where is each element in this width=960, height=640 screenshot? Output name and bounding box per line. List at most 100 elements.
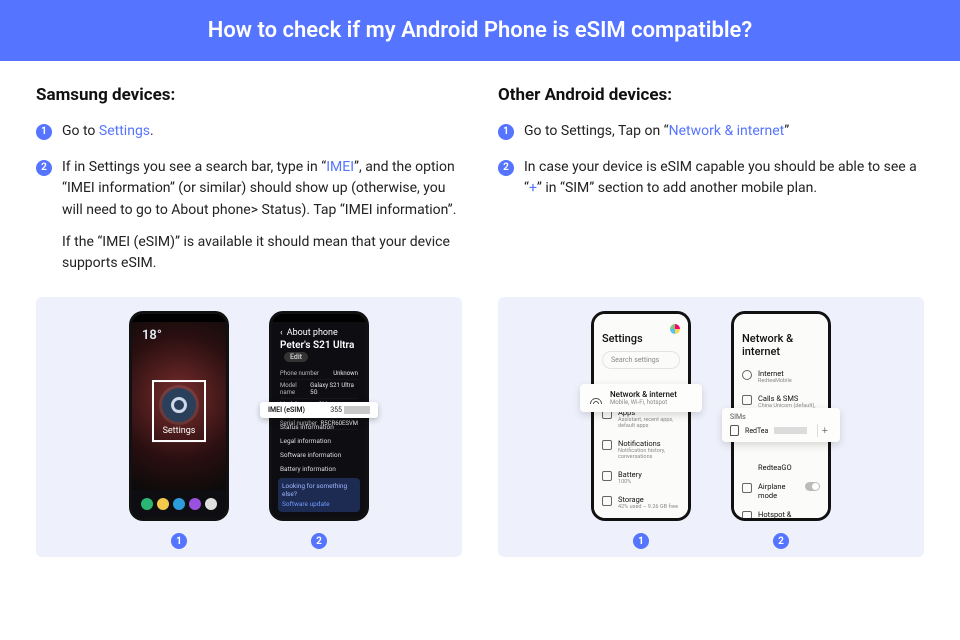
samsung-step-1-text: Go to Settings.: [62, 121, 462, 143]
settings-label: Settings: [162, 426, 196, 436]
settings-row-storage: Storage42% used – 9.26 GB free: [594, 490, 688, 515]
sim-name: RedTea: [745, 427, 768, 435]
sim-icon: [730, 425, 739, 436]
add-sim-plus-icon: +: [817, 424, 832, 437]
text: If in Settings you see a search bar, typ…: [62, 159, 326, 175]
list-item: Software information: [278, 448, 360, 462]
samsung-shot-2-col: ‹ About phone Peter's S21 Ultra Edit Pho…: [269, 311, 369, 549]
other-shot-2-col: Network & internet InternetRedteaMobile …: [731, 311, 831, 549]
other-screenshots: Settings Search settings AppsAssistant, …: [498, 297, 924, 557]
other-step-2: 2 In case your device is eSIM capable yo…: [498, 157, 924, 200]
row-redtea: RedteaGO: [734, 458, 828, 477]
redacted: [344, 406, 370, 414]
samsung-step-2: 2 If in Settings you see a search bar, t…: [36, 157, 462, 275]
label: Internet: [758, 369, 792, 378]
page-title: How to check if my Android Phone is eSIM…: [0, 0, 960, 61]
samsung-phone-about: ‹ About phone Peter's S21 Ultra Edit Pho…: [269, 311, 369, 521]
settings-keyword: Settings: [99, 123, 150, 139]
device-name: Peter's S21 Ultra Edit: [272, 340, 366, 366]
sims-label: SIMs: [730, 413, 832, 421]
network-internet-label: Network & internet: [610, 390, 677, 399]
sublabel: 42% used – 9.26 GB free: [618, 504, 678, 510]
other-shot-1-col: Settings Search settings AppsAssistant, …: [591, 311, 691, 549]
list-item: Legal information: [278, 434, 360, 448]
edit-button: Edit: [284, 352, 308, 362]
step-badge-1: 1: [498, 124, 514, 140]
label: Storage: [618, 495, 678, 504]
samsung-step-1: 1 Go to Settings.: [36, 121, 462, 143]
samsung-step-2-extra: If the “IMEI (eSIM)” is available it sho…: [62, 232, 462, 275]
imei-esim-value: 355: [330, 406, 370, 414]
sim-name-text: RedTea: [745, 427, 768, 435]
sublabel: Notification history, conversations: [618, 448, 680, 460]
hotspot-icon: [742, 511, 752, 518]
network-internet-callout: Network & internet Mobile, Wi-Fi, hotspo…: [580, 384, 702, 412]
dock-app-icon: [205, 498, 217, 510]
value: Galaxy S21 Ultra 5G: [310, 382, 358, 396]
sims-callout: SIMs RedTea +: [722, 408, 840, 442]
status-bar: [594, 314, 688, 322]
back-icon: ‹: [280, 328, 283, 338]
wifi-icon: [590, 392, 602, 404]
row-hotspot: Hotspot & tetheringOff: [734, 505, 828, 518]
dock-app-icon: [141, 498, 153, 510]
settings-row-sound: Sound & vibration: [594, 515, 688, 518]
step-badge-2: 2: [36, 160, 52, 176]
sublabel: RedteaMobile: [758, 378, 792, 384]
other-step-2-text: In case your device is eSIM capable you …: [524, 157, 924, 200]
step-badge-2: 2: [498, 160, 514, 176]
screenshot-caption-1: 1: [171, 533, 187, 549]
label: Phone number: [280, 370, 319, 377]
other-step-1: 1 Go to Settings, Tap on “Network & inte…: [498, 121, 924, 143]
temperature: 18°: [142, 328, 162, 343]
storage-icon: [602, 496, 612, 506]
other-heading: Other Android devices:: [498, 85, 924, 105]
label: Battery: [618, 470, 642, 479]
samsung-column: Samsung devices: 1 Go to Settings. 2 If …: [36, 85, 462, 289]
step-badge-1: 1: [36, 124, 52, 140]
samsung-heading: Samsung devices:: [36, 85, 462, 105]
dock-app-icon: [173, 498, 185, 510]
imei-keyword: IMEI: [326, 159, 354, 175]
sublabel: Assistant, recent apps, default apps: [618, 417, 680, 429]
redacted: [774, 427, 806, 434]
samsung-phone-home: 18° Settings: [129, 311, 229, 521]
text: Go to: [62, 123, 99, 139]
looking-for-text: Looking for something else?: [282, 482, 347, 498]
network-internet-title: Network & internet: [734, 322, 828, 364]
bell-icon: [602, 440, 612, 450]
other-column: Other Android devices: 1 Go to Settings,…: [498, 85, 924, 289]
instructions-columns: Samsung devices: 1 Go to Settings. 2 If …: [0, 61, 960, 289]
device-name-text: Peter's S21 Ultra: [280, 340, 354, 351]
label: Airplane mode: [758, 482, 799, 500]
label: Model name: [280, 382, 310, 396]
software-update-link: Software update: [282, 500, 356, 508]
network-internet-sub: Mobile, Wi-Fi, hotspot: [610, 399, 677, 406]
android-phone-network: Network & internet InternetRedteaMobile …: [731, 311, 831, 521]
screenshots-row: 18° Settings 1: [0, 297, 960, 557]
dock: [132, 494, 226, 514]
about-phone-label: About phone: [287, 328, 338, 338]
label: Notifications: [618, 439, 680, 448]
label: Hotspot & tethering: [758, 510, 820, 518]
about-phone-more: Status information Legal information Sof…: [278, 420, 360, 512]
wifi-icon: [742, 370, 752, 380]
phone-icon: [742, 395, 752, 405]
text: ”: [784, 123, 789, 139]
label: Calls & SMS: [758, 394, 820, 403]
list-item: Battery information: [278, 462, 360, 476]
row-airplane: Airplane mode: [734, 477, 828, 505]
plus-keyword: +: [529, 180, 537, 196]
label: RedteaGO: [758, 463, 792, 472]
settings-row-notifications: NotificationsNotification history, conve…: [594, 434, 688, 465]
airplane-icon: [742, 483, 752, 493]
list-item: Status information: [278, 420, 360, 434]
row-internet: InternetRedteaMobile: [734, 364, 828, 389]
samsung-shot-1-col: 18° Settings 1: [129, 311, 229, 549]
battery-icon: [602, 471, 612, 481]
looking-for-card: Looking for something else? Software upd…: [278, 478, 360, 512]
screenshot-caption-2: 2: [311, 533, 327, 549]
gear-icon: [162, 388, 196, 422]
dock-app-icon: [189, 498, 201, 510]
status-bar: [132, 314, 226, 322]
